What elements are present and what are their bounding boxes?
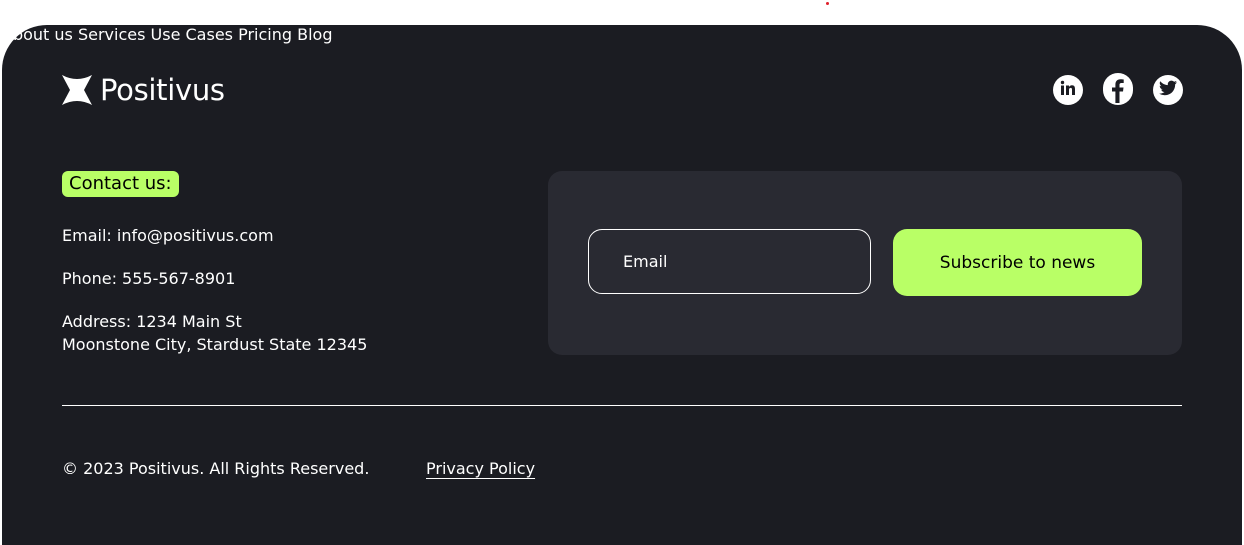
facebook-button[interactable] — [1103, 73, 1133, 107]
indicator-dot — [826, 2, 829, 5]
footer-nav: About us Services Use Cases Pricing Blog — [2, 25, 1242, 44]
nav-link-pricing[interactable]: Pricing — [238, 25, 292, 44]
brand-name: Positivus — [100, 73, 225, 107]
facebook-icon — [1103, 73, 1133, 107]
privacy-policy-link[interactable]: Privacy Policy — [426, 459, 535, 478]
contact-address-line2: Moonstone City, Stardust State 12345 — [62, 335, 368, 354]
linkedin-button[interactable] — [1053, 75, 1083, 105]
site-footer: Positivus About us Services Use Cases Pr… — [2, 25, 1242, 545]
newsletter-panel: Subscribe to news — [548, 171, 1182, 355]
contact-email[interactable]: Email: info@positivus.com — [62, 224, 274, 247]
nav-link-blog[interactable]: Blog — [297, 25, 332, 44]
contact-heading: Contact us: — [62, 171, 179, 197]
email-input[interactable] — [588, 229, 871, 294]
contact-phone[interactable]: Phone: 555-567-8901 — [62, 267, 235, 290]
footer-divider — [62, 405, 1182, 406]
twitter-icon — [1159, 80, 1177, 100]
linkedin-icon — [1060, 80, 1076, 100]
nav-link-services[interactable]: Services — [78, 25, 145, 44]
nav-link-about[interactable]: About us — [2, 25, 73, 44]
brand-logo[interactable]: Positivus — [62, 73, 225, 107]
copyright-text: © 2023 Positivus. All Rights Reserved. — [62, 459, 370, 478]
contact-address-line1: Address: 1234 Main St — [62, 312, 242, 331]
twitter-button[interactable] — [1153, 75, 1183, 105]
subscribe-button[interactable]: Subscribe to news — [893, 229, 1142, 296]
nav-link-use-cases[interactable]: Use Cases — [151, 25, 233, 44]
positivus-star-icon — [62, 75, 92, 105]
